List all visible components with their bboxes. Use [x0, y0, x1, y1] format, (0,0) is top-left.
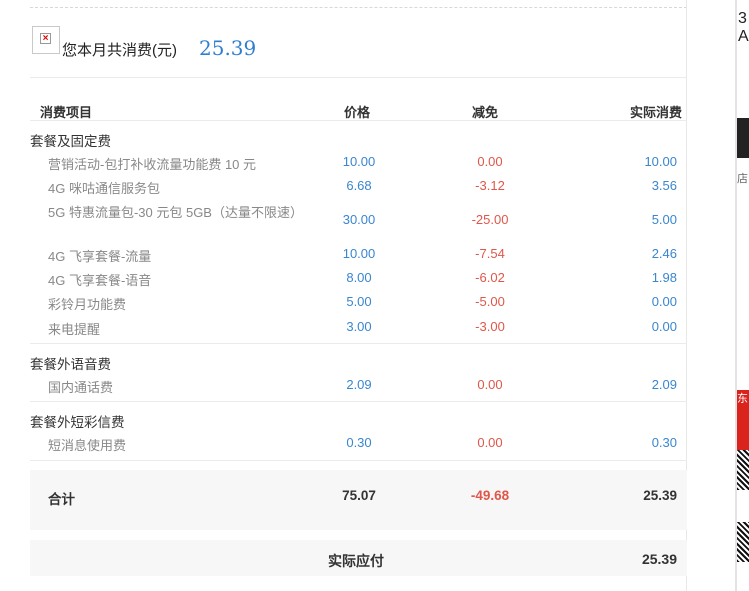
broken-image-icon: ×: [32, 26, 60, 54]
col-price: 价格: [344, 105, 371, 120]
item-discount: -5.00: [475, 294, 505, 309]
item-price: 2.09: [346, 377, 372, 392]
item-discount: -3.00: [475, 319, 505, 334]
group-title: 套餐及固定费: [30, 134, 111, 149]
item-name: 短消息使用费: [48, 438, 127, 453]
item-discount: 0.00: [477, 435, 503, 450]
top-divider: [30, 7, 687, 8]
item-discount: 0.00: [477, 377, 503, 392]
total-discount: -49.68: [470, 488, 510, 503]
item-name: 国内通话费: [48, 380, 114, 395]
item-actual: 10.00: [644, 154, 677, 169]
item-discount: -3.12: [475, 178, 505, 193]
divider: [30, 460, 687, 461]
item-actual: 0.00: [651, 294, 677, 309]
side-text: 3: [738, 10, 747, 27]
item-actual: 0.30: [651, 435, 677, 450]
qr-code-icon: [737, 522, 749, 562]
item-name: 营销活动-包打补收流量功能费 10 元: [48, 157, 257, 172]
col-actual: 实际消费: [629, 105, 682, 120]
side-text: 店: [737, 173, 748, 185]
total-label: 合计: [48, 492, 75, 507]
item-actual: 2.46: [651, 246, 677, 261]
item-price: 8.00: [346, 270, 372, 285]
bill-summary-label: 您本月共消费(元): [62, 42, 177, 59]
side-text: A: [738, 28, 749, 45]
col-item: 消费项目: [40, 105, 93, 120]
promo-banner[interactable]: 东: [737, 390, 749, 450]
side-panel: 3 A 店 东: [737, 0, 749, 591]
item-price: 30.00: [342, 212, 376, 227]
side-bar[interactable]: [737, 118, 749, 158]
item-price: 3.00: [346, 319, 372, 334]
item-name: 4G 咪咕通信服务包: [48, 181, 160, 196]
bill-total-amount: 25.39: [199, 36, 257, 60]
table-header: 消费项目 价格 减免 实际消费: [30, 96, 687, 120]
qr-code-icon: [737, 450, 749, 490]
total-actual: 25.39: [643, 488, 677, 503]
item-discount: -6.02: [475, 270, 505, 285]
total-price: 75.07: [342, 488, 376, 503]
col-discount: 减免: [472, 105, 499, 120]
item-actual: 1.98: [651, 270, 677, 285]
item-name: 彩铃月功能费: [48, 297, 127, 312]
item-discount: -25.00: [471, 212, 509, 227]
item-name: 5G 特惠流量包-30 元包 5GB（达量不限速）: [48, 205, 303, 220]
payable-label: 实际应付: [328, 553, 384, 569]
group-title: 套餐外语音费: [30, 357, 111, 372]
item-name: 4G 飞享套餐-流量: [48, 249, 152, 264]
item-name: 4G 飞享套餐-语音: [48, 273, 152, 288]
promo-text: 东: [737, 393, 748, 405]
divider: [30, 120, 687, 121]
item-actual: 2.09: [651, 377, 677, 392]
bill-header: × 您本月共消费(元) 25.39: [32, 26, 682, 68]
item-price: 10.00: [342, 154, 376, 169]
group-title: 套餐外短彩信费: [30, 415, 125, 430]
item-name: 来电提醒: [48, 322, 101, 337]
item-actual: 5.00: [651, 212, 677, 227]
item-actual: 0.00: [651, 319, 677, 334]
item-price: 0.30: [346, 435, 372, 450]
item-actual: 3.56: [651, 178, 677, 193]
item-discount: 0.00: [477, 154, 503, 169]
divider: [30, 77, 687, 78]
item-price: 5.00: [346, 294, 372, 309]
divider: [30, 401, 687, 402]
item-discount: -7.54: [475, 246, 505, 261]
divider: [30, 343, 687, 344]
item-price: 10.00: [342, 246, 376, 261]
payable-amount: 25.39: [641, 551, 677, 567]
item-price: 6.68: [346, 178, 372, 193]
